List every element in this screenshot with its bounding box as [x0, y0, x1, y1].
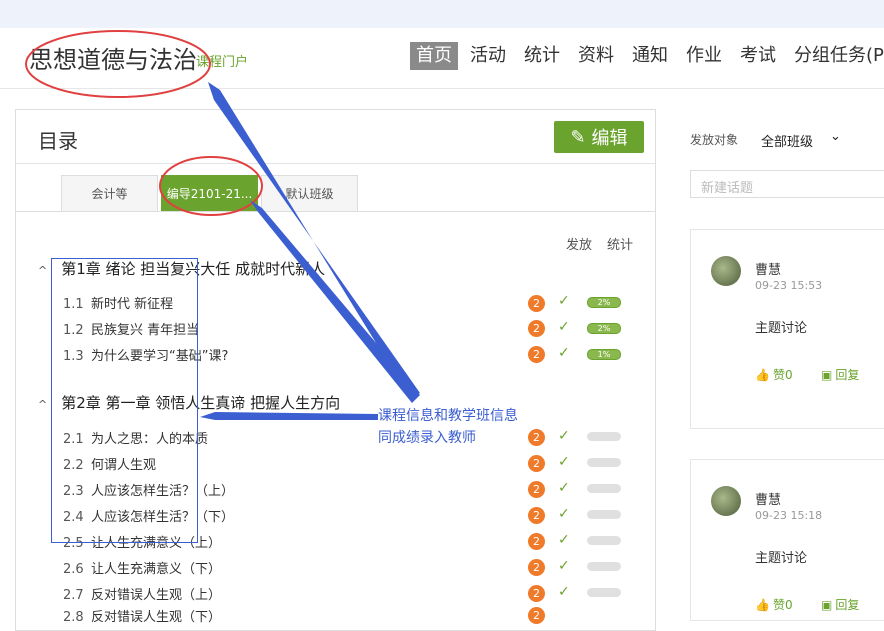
course-portal-link[interactable]: 课程门户: [196, 51, 248, 70]
reply-label: 回复: [835, 368, 860, 382]
stat-progress: 2%: [587, 297, 621, 308]
header-divider: [0, 88, 884, 89]
discussion-card[interactable]: 曹慧 09-23 15:18 主题讨论 👍 赞0 ▣ 回复: [690, 459, 884, 621]
annotation-outline-box: [51, 258, 198, 543]
nav-home[interactable]: 首页: [410, 42, 458, 70]
lesson-count-badge: 2: [528, 481, 545, 498]
stat-progress: [587, 536, 621, 545]
panel-divider: [16, 163, 655, 164]
col-header-stats: 统计: [607, 238, 634, 253]
lesson-title: 反对错误人生观（上）: [91, 588, 222, 603]
tab-accounting[interactable]: 会计等: [61, 175, 158, 211]
lesson-count-badge: 2: [528, 507, 545, 524]
lesson-count-badge: 2: [528, 585, 545, 602]
published-check-icon: ✓: [558, 506, 570, 522]
chevron-down-icon[interactable]: ⌄: [830, 129, 841, 144]
catalog-title: 目录: [38, 129, 78, 153]
stat-progress: [587, 432, 621, 441]
annotation-text: 课程信息和教学班信息 同成绩录入教师: [378, 405, 518, 449]
main-nav: 首页 活动 统计 资料 通知 作业 考试 分组任务(PB: [410, 42, 884, 70]
stat-progress: [587, 458, 621, 467]
nav-statistics[interactable]: 统计: [518, 42, 566, 70]
stat-progress: [587, 510, 621, 519]
lesson-count-badge: 2: [528, 533, 545, 550]
reply-label: 回复: [835, 598, 860, 612]
published-check-icon: ✓: [558, 584, 570, 600]
lesson-2-6[interactable]: 2.6 让人生充满意义（下）: [63, 558, 221, 577]
nav-materials[interactable]: 资料: [572, 42, 620, 70]
lesson-2-8[interactable]: 2.8 反对错误人生观（下）: [63, 606, 221, 625]
avatar: [711, 256, 741, 286]
lesson-count-badge: 2: [528, 320, 545, 337]
collapse-caret-icon[interactable]: ^: [38, 398, 47, 411]
lesson-count-badge: 2: [528, 455, 545, 472]
nav-homework[interactable]: 作业: [680, 42, 728, 70]
lesson-count-badge: 2: [528, 346, 545, 363]
class-tabs: 会计等 编导2101-21... 默认班级: [61, 175, 361, 211]
lesson-number: 2.7: [63, 588, 84, 603]
comment-icon: ▣: [821, 597, 833, 612]
like-count: 赞0: [772, 368, 793, 382]
target-select[interactable]: 全部班级: [761, 131, 813, 150]
lesson-count-badge: 2: [528, 295, 545, 312]
tabs-divider: [16, 211, 655, 212]
pencil-icon: ✎: [570, 126, 586, 148]
nav-activities[interactable]: 活动: [464, 42, 512, 70]
avatar: [711, 486, 741, 516]
col-header-publish: 发放: [566, 238, 593, 253]
annotation-line-1: 课程信息和教学班信息: [378, 408, 518, 424]
post-time: 09-23 15:53: [755, 279, 823, 292]
stat-progress: 2%: [587, 323, 621, 334]
annotation-line-2: 同成绩录入教师: [378, 430, 476, 446]
stat-progress: [587, 562, 621, 571]
published-check-icon: ✓: [558, 532, 570, 548]
like-button[interactable]: 👍 赞0: [755, 596, 793, 613]
top-banner: [0, 0, 884, 28]
lesson-title: 让人生充满意义（下）: [91, 562, 222, 577]
post-time: 09-23 15:18: [755, 509, 823, 522]
post-content: 主题讨论: [755, 551, 808, 566]
published-check-icon: ✓: [558, 558, 570, 574]
like-button[interactable]: 👍 赞0: [755, 366, 793, 383]
reply-button[interactable]: ▣ 回复: [821, 366, 859, 383]
lesson-number: 2.6: [63, 562, 84, 577]
tab-directing[interactable]: 编导2101-21...: [161, 175, 258, 211]
published-check-icon: ✓: [558, 480, 570, 496]
thumbs-up-icon: 👍: [755, 367, 770, 382]
post-content: 主题讨论: [755, 321, 808, 336]
published-check-icon: ✓: [558, 428, 570, 444]
post-author: 曹慧: [755, 493, 782, 508]
published-check-icon: ✓: [558, 454, 570, 470]
course-title: 思想道德与法治: [29, 46, 197, 74]
collapse-caret-icon[interactable]: ^: [38, 264, 47, 277]
edit-button[interactable]: ✎ 编辑: [554, 121, 644, 153]
tab-default-class[interactable]: 默认班级: [261, 175, 358, 211]
target-label: 发放对象: [690, 133, 739, 147]
lesson-number: 2.8: [63, 610, 84, 625]
discussion-card[interactable]: 曹慧 09-23 15:53 主题讨论 👍 赞0 ▣ 回复: [690, 229, 884, 429]
lesson-count-badge: 2: [528, 429, 545, 446]
thumbs-up-icon: 👍: [755, 597, 770, 612]
stat-progress: 1%: [587, 349, 621, 360]
lesson-count-badge: 2: [528, 559, 545, 576]
comment-icon: ▣: [821, 367, 833, 382]
post-author: 曹慧: [755, 263, 782, 278]
new-topic-input[interactable]: 新建话题: [690, 170, 884, 198]
lesson-count-badge: 2: [528, 607, 545, 624]
nav-exams[interactable]: 考试: [734, 42, 782, 70]
reply-button[interactable]: ▣ 回复: [821, 596, 859, 613]
published-check-icon: ✓: [558, 319, 570, 335]
edit-label: 编辑: [591, 128, 628, 149]
stat-progress: [587, 484, 621, 493]
like-count: 赞0: [772, 598, 793, 612]
nav-group-tasks[interactable]: 分组任务(PB: [788, 42, 884, 70]
published-check-icon: ✓: [558, 345, 570, 361]
stat-progress: [587, 588, 621, 597]
lesson-title: 反对错误人生观（下）: [91, 610, 222, 625]
lesson-2-7[interactable]: 2.7 反对错误人生观（上）: [63, 584, 221, 603]
nav-notices[interactable]: 通知: [626, 42, 674, 70]
published-check-icon: ✓: [558, 293, 570, 309]
